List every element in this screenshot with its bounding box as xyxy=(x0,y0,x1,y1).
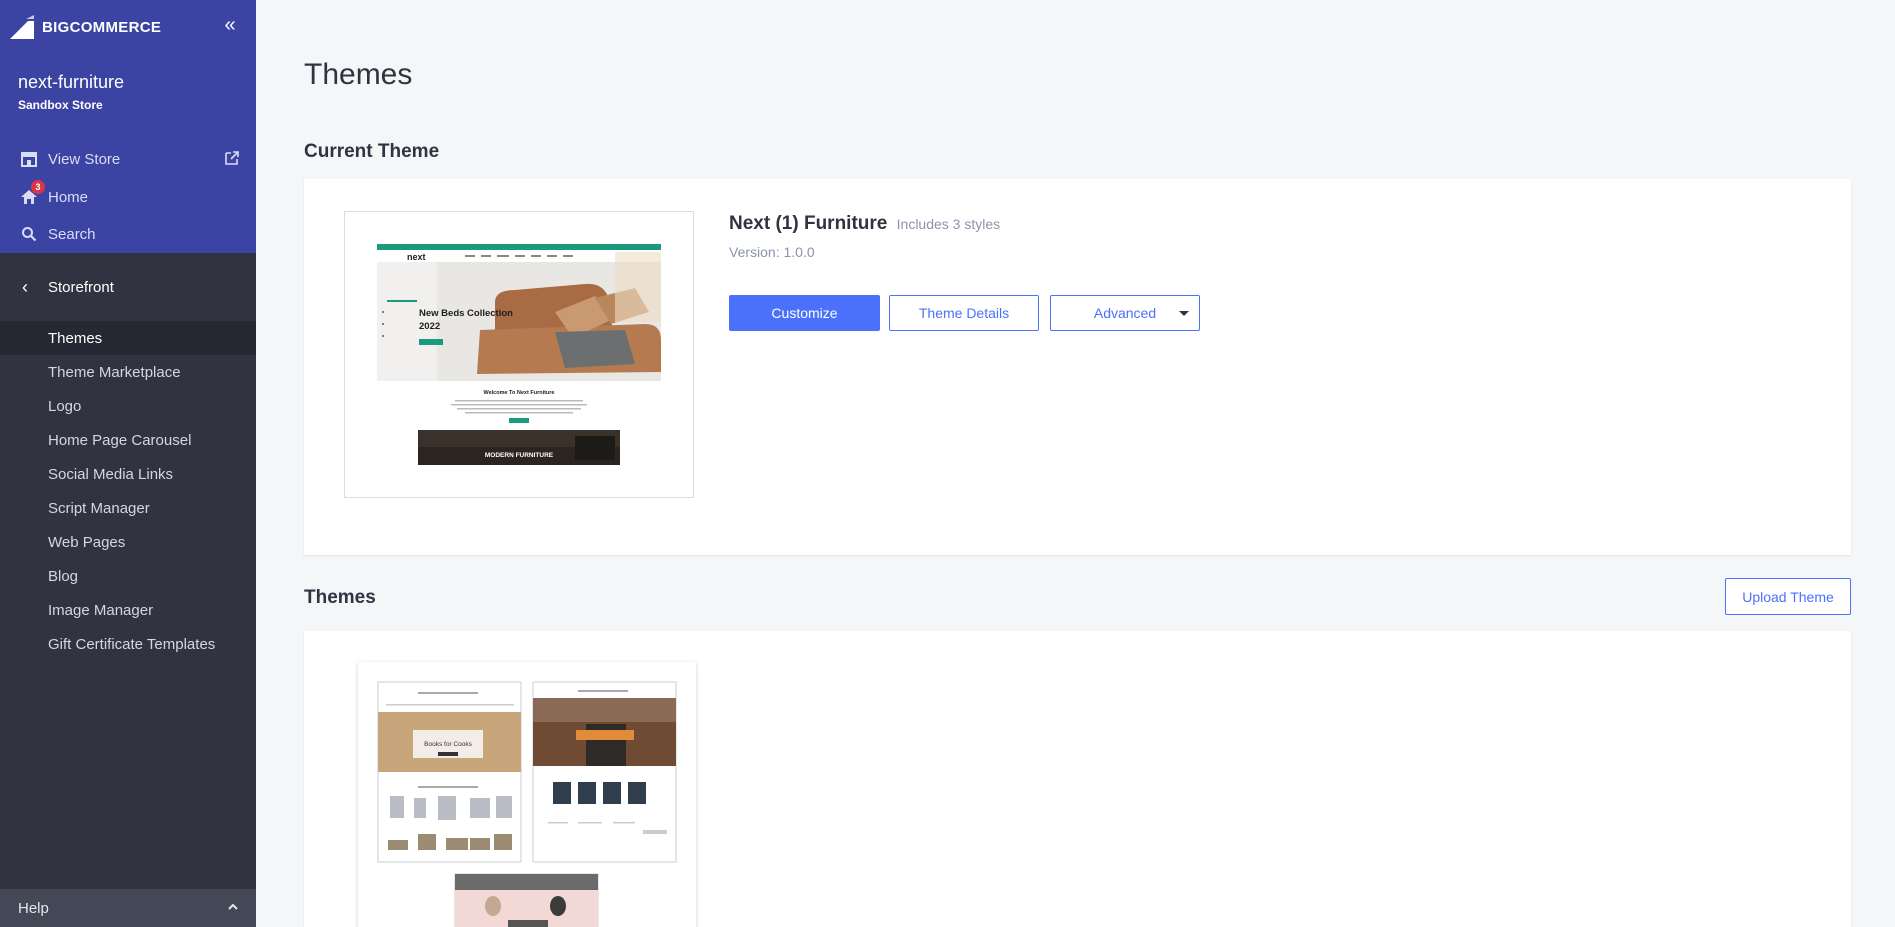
sidebar-header: BIGCOMMERCE « next-furniture Sandbox Sto… xyxy=(0,0,256,253)
preview-banner: MODERN FURNITURE xyxy=(485,452,554,459)
theme-details-button[interactable]: Theme Details xyxy=(889,295,1039,331)
sidebar-item-blog[interactable]: Blog xyxy=(0,559,256,593)
advanced-label: Advanced xyxy=(1093,305,1157,321)
current-theme-preview[interactable]: next New Beds Collection 2022 Welcome To… xyxy=(344,211,694,498)
store-name: next-furniture xyxy=(18,72,125,92)
sidebar-item-web-pages[interactable]: Web Pages xyxy=(0,525,256,559)
page-title: Themes xyxy=(304,58,413,91)
chevron-up-icon xyxy=(228,903,238,910)
sidebar-item-script-manager[interactable]: Script Manager xyxy=(0,491,256,525)
current-theme-card: next New Beds Collection 2022 Welcome To… xyxy=(304,179,1851,555)
sidebar-item-theme-marketplace[interactable]: Theme Marketplace xyxy=(0,355,256,389)
sidebar-section-label: Storefront xyxy=(48,278,114,296)
sidebar-item-gift-certificate-templates[interactable]: Gift Certificate Templates xyxy=(0,627,256,661)
sidebar-link-home[interactable]: 3 Home xyxy=(18,180,89,209)
sidebar-item-home-page-carousel[interactable]: Home Page Carousel xyxy=(0,423,256,457)
theme-styles-count: Includes 3 styles xyxy=(896,216,1001,232)
external-link-icon[interactable] xyxy=(224,150,240,166)
theme-name-text: Next (1) Furniture xyxy=(729,213,888,234)
theme-gallery-preview: Books for Cooks xyxy=(377,681,677,927)
sidebar-item-image-manager[interactable]: Image Manager xyxy=(0,593,256,627)
help-label: Help xyxy=(18,899,49,917)
collapse-sidebar-icon[interactable]: « xyxy=(220,15,240,36)
sidebar-link-label: View Store xyxy=(48,150,121,168)
home-icon: 3 xyxy=(18,180,45,208)
theme-version: Version: 1.0.0 xyxy=(729,244,815,260)
sidebar-item-themes[interactable]: Themes xyxy=(0,321,256,355)
chevron-left-icon: ‹ xyxy=(22,276,28,297)
sidebar-link-label: Home xyxy=(48,188,89,206)
brand-logo[interactable]: BIGCOMMERCE xyxy=(10,13,161,41)
sidebar-link-label: Search xyxy=(48,225,96,243)
preview-logo: next xyxy=(407,252,426,262)
upload-theme-button[interactable]: Upload Theme xyxy=(1725,578,1851,615)
help-toggle[interactable]: Help xyxy=(0,889,256,927)
advanced-dropdown-button[interactable]: Advanced xyxy=(1050,295,1200,331)
themes-heading: Themes xyxy=(304,587,376,608)
themes-gallery-card: Books for Cooks xyxy=(304,631,1851,927)
current-theme-heading: Current Theme xyxy=(304,141,440,162)
search-icon xyxy=(18,223,40,245)
preview-hero-year: 2022 xyxy=(419,321,440,332)
sidebar-link-view-store[interactable]: View Store xyxy=(18,147,120,171)
main-content: Themes Current Theme next New Beds Colle… xyxy=(256,0,1895,927)
caret-down-icon xyxy=(1179,311,1189,316)
brand-logo-icon xyxy=(10,15,34,39)
customize-button[interactable]: Customize xyxy=(729,295,880,331)
notification-badge: 3 xyxy=(31,180,45,194)
theme-preview-image: next New Beds Collection 2022 Welcome To… xyxy=(377,244,661,465)
preview-welcome: Welcome To Next Furniture xyxy=(483,390,554,396)
sidebar: BIGCOMMERCE « next-furniture Sandbox Sto… xyxy=(0,0,256,927)
sidebar-section-storefront[interactable]: ‹ Storefront xyxy=(0,265,256,309)
sidebar-item-logo[interactable]: Logo xyxy=(0,389,256,423)
theme-gallery-item[interactable]: Books for Cooks xyxy=(358,662,696,927)
store-icon xyxy=(18,148,40,170)
sidebar-link-search[interactable]: Search xyxy=(18,222,96,246)
store-type: Sandbox Store xyxy=(18,98,103,112)
sidebar-nav: Themes Theme Marketplace Logo Home Page … xyxy=(0,321,256,661)
brand-name: BIGCOMMERCE xyxy=(42,18,162,36)
preview-hero-title: New Beds Collection xyxy=(419,308,513,319)
current-theme-name: Next (1) Furniture Includes 3 styles xyxy=(729,213,1000,235)
gallery-left-title: Books for Cooks xyxy=(424,741,472,748)
sidebar-item-social-media-links[interactable]: Social Media Links xyxy=(0,457,256,491)
